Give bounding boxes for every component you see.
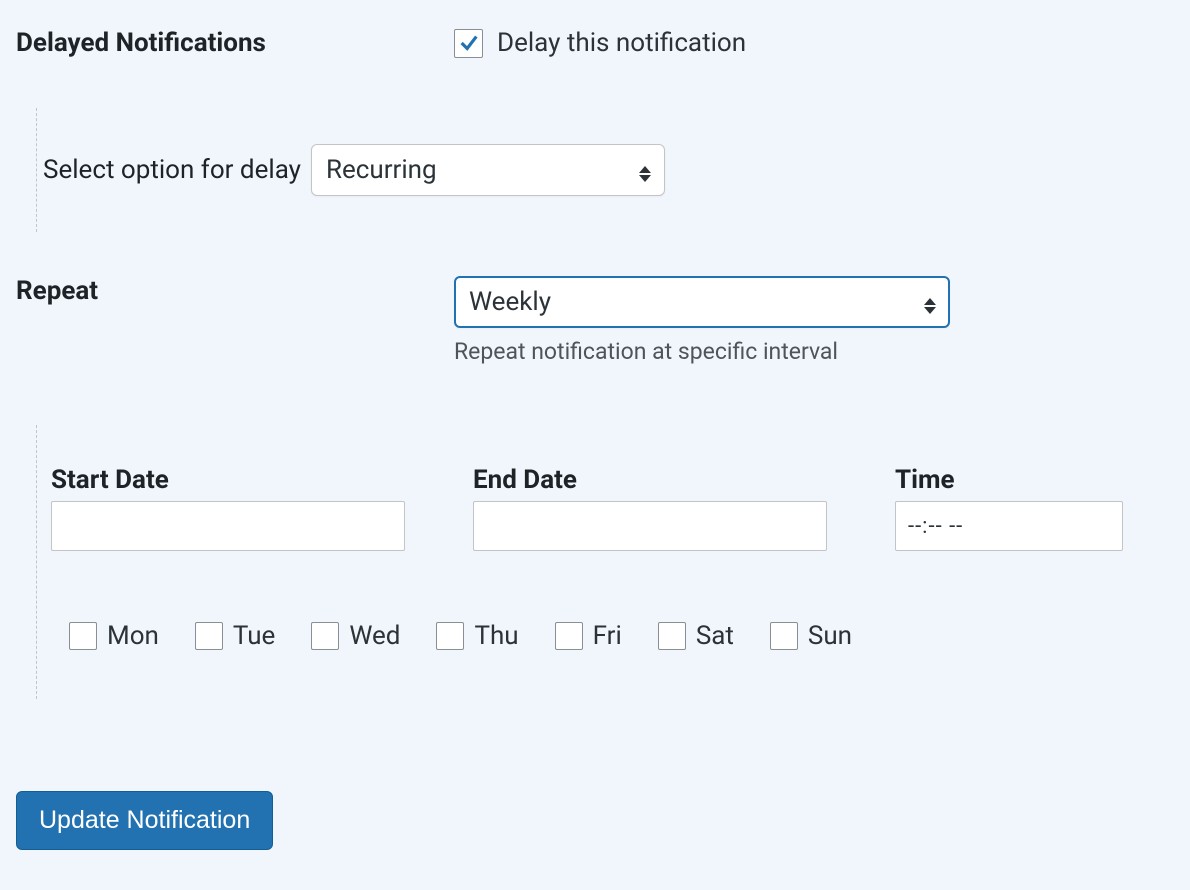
start-date-input[interactable] [51,501,405,551]
day-label-mon: Mon [107,621,159,651]
day-item-fri: Fri [555,621,622,651]
repeat-select-col: Weekly Repeat notification at specific i… [454,276,950,365]
day-label-sun: Sun [808,621,852,651]
day-label-wed: Wed [349,621,400,651]
end-date-input[interactable] [473,501,827,551]
start-date-label: Start Date [51,465,405,495]
schedule-section: Start Date End Date Time Mon Tue Wed Thu Fri… [36,425,1174,699]
repeat-dropdown[interactable]: Weekly [454,276,950,328]
repeat-row: Repeat Weekly Repeat notification at spe… [16,276,1174,365]
time-label: Time [895,465,1123,495]
day-item-wed: Wed [311,621,400,651]
start-date-col: Start Date [51,465,405,551]
end-date-col: End Date [473,465,827,551]
time-input[interactable] [895,501,1123,551]
day-checkbox-tue[interactable] [195,622,223,650]
check-icon [458,32,480,54]
day-label-fri: Fri [593,621,622,651]
day-checkbox-thu[interactable] [436,622,464,650]
day-checkbox-sat[interactable] [658,622,686,650]
select-delay-section: Select option for delay Recurring [36,108,1174,232]
date-time-row: Start Date End Date Time [43,465,1174,551]
days-row: Mon Tue Wed Thu Fri Sat Sun [43,621,1174,699]
day-item-sun: Sun [770,621,852,651]
delayed-notifications-row: Delayed Notifications Delay this notific… [16,28,1174,58]
select-delay-wrap: Recurring [311,144,665,196]
delayed-notifications-title: Delayed Notifications [16,28,454,58]
day-checkbox-fri[interactable] [555,622,583,650]
delay-checkbox-wrap: Delay this notification [454,28,746,58]
delay-this-notification-checkbox[interactable] [454,29,483,58]
select-delay-label: Select option for delay [43,155,301,185]
day-item-sat: Sat [658,621,734,651]
time-col: Time [895,465,1123,551]
day-item-tue: Tue [195,621,275,651]
day-label-tue: Tue [233,621,275,651]
day-label-sat: Sat [696,621,734,651]
day-checkbox-sun[interactable] [770,622,798,650]
repeat-title: Repeat [16,276,454,306]
day-item-thu: Thu [436,621,518,651]
update-notification-button[interactable]: Update Notification [16,791,273,850]
select-delay-row: Select option for delay Recurring [43,126,1174,214]
repeat-helper-text: Repeat notification at specific interval [454,338,950,365]
day-label-thu: Thu [474,621,518,651]
day-item-mon: Mon [69,621,159,651]
repeat-select-wrap: Weekly [454,276,950,328]
delay-checkbox-label: Delay this notification [497,28,746,58]
select-delay-dropdown[interactable]: Recurring [311,144,665,196]
day-checkbox-mon[interactable] [69,622,97,650]
day-checkbox-wed[interactable] [311,622,339,650]
end-date-label: End Date [473,465,827,495]
